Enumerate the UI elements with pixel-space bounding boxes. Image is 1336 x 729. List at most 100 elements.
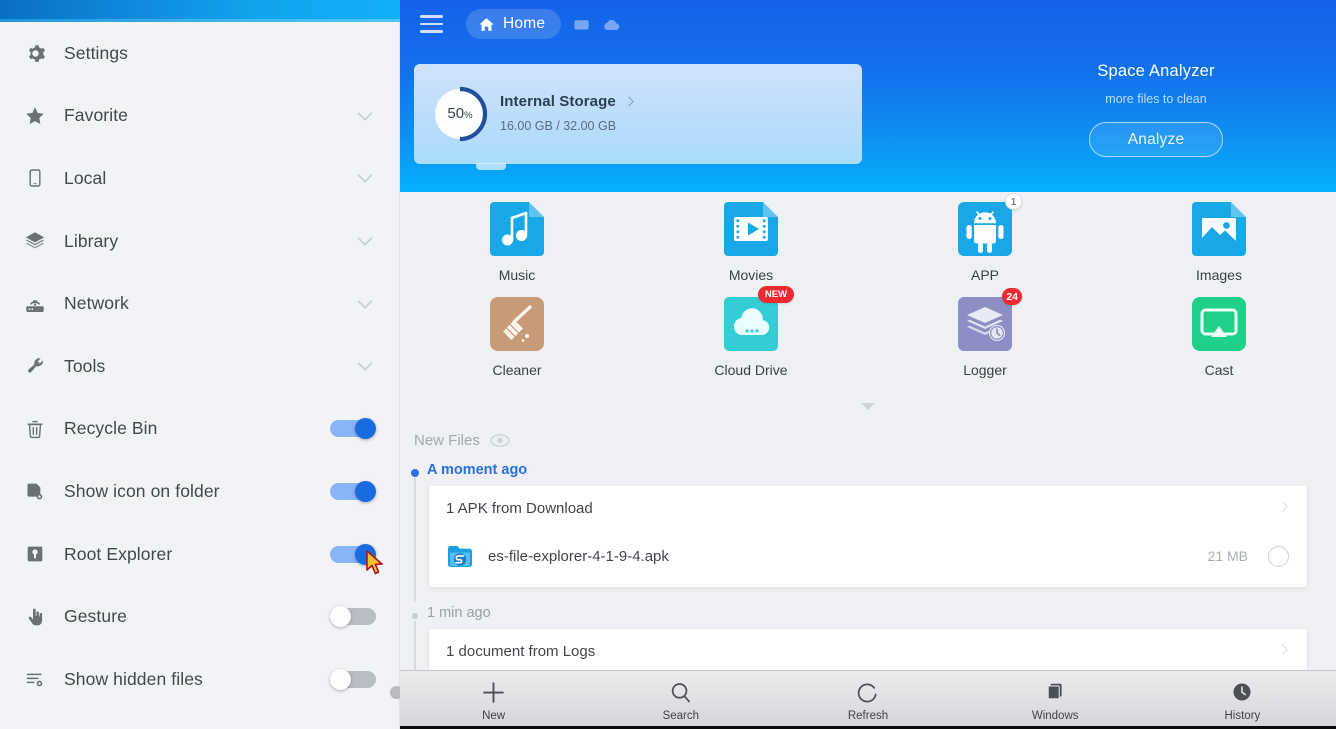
timeline-time-label: 1 min ago xyxy=(427,605,491,621)
plus-icon xyxy=(483,681,504,703)
cloud-drive-icon xyxy=(724,297,778,351)
eye-icon[interactable] xyxy=(490,434,510,447)
windows-stack-icon xyxy=(1044,679,1066,705)
layers-icon xyxy=(25,232,45,249)
sidebar-item-label: Library xyxy=(64,230,119,251)
toggle-root-explorer[interactable] xyxy=(330,543,376,565)
sidebar-item-tools[interactable]: Tools xyxy=(0,335,400,398)
timeline-card: 1 APK from Download es-file-explorer-4-1-… xyxy=(429,486,1307,587)
gear-icon xyxy=(28,44,45,62)
card-title: 1 APK from Download xyxy=(446,500,593,517)
star-icon xyxy=(18,101,52,131)
bottom-button-history[interactable]: History xyxy=(1149,671,1336,729)
analyze-button[interactable]: Analyze xyxy=(1089,122,1223,157)
app-tile-label: Movies xyxy=(728,267,774,283)
movie-file-icon xyxy=(724,202,778,256)
file-row[interactable]: es-file-explorer-4-1-9-4.apk 21 MB xyxy=(429,531,1307,581)
hamburger-icon[interactable] xyxy=(414,7,448,41)
bottom-button-new[interactable]: New xyxy=(400,671,587,729)
cloud-tab-icon[interactable] xyxy=(602,15,621,34)
bottom-button-label: Search xyxy=(662,710,699,722)
sidebar-item-show-icon-on-folder[interactable]: Show icon on folder xyxy=(0,460,400,523)
sidebar-item-label: Gesture xyxy=(64,606,127,627)
toggle-show-hidden-files[interactable] xyxy=(330,668,376,690)
file-select-checkbox[interactable] xyxy=(1268,545,1289,567)
app-tile-cloud-drive[interactable]: NEW Cloud Drive xyxy=(634,286,868,390)
bottom-button-search[interactable]: Search xyxy=(587,671,774,729)
chevron-down-icon xyxy=(357,362,373,371)
refresh-icon xyxy=(856,679,879,705)
toggle-knob xyxy=(355,543,376,565)
toggle-recycle-bin[interactable] xyxy=(330,418,376,440)
sidebar-item-label: Network xyxy=(64,293,129,314)
app-tile-cleaner[interactable]: Cleaner xyxy=(400,295,634,390)
sidebar-item-network[interactable]: Network xyxy=(0,272,400,335)
bottom-button-windows[interactable]: Windows xyxy=(962,671,1149,729)
plus-icon xyxy=(481,679,506,705)
gesture-hand-icon xyxy=(28,608,43,625)
sidebar-item-favorite[interactable]: Favorite xyxy=(0,85,400,148)
cast-icon xyxy=(1192,297,1246,351)
sidebar-item-gesture[interactable]: Gesture xyxy=(0,585,400,648)
chevron-down-icon xyxy=(357,174,373,184)
layers-icon xyxy=(18,226,52,256)
internal-storage-card[interactable]: 50% Internal Storage 16.00 GB / 32.00 GB xyxy=(414,64,862,170)
main-content: Home 50% Internal Storage 16.00 GB / 32.… xyxy=(400,0,1336,729)
tile-icon-wrap: NEW xyxy=(722,286,794,353)
toggle-knob xyxy=(355,418,376,440)
storage-percent: 50% xyxy=(432,86,488,142)
tab-home-label: Home xyxy=(503,15,546,32)
tile-icon-wrap: 24 xyxy=(956,288,1022,353)
toggle-gesture[interactable] xyxy=(330,606,376,628)
history-clock-icon xyxy=(1233,683,1251,701)
sidebar-item-root-explorer[interactable]: Root Explorer xyxy=(0,523,400,586)
timeline-card: 1 document from Logs xyxy=(429,629,1307,674)
tab-home[interactable]: Home xyxy=(466,9,562,39)
sidebar-item-label: Favorite xyxy=(64,105,129,126)
space-analyzer-title: Space Analyzer xyxy=(1097,62,1215,80)
card-header[interactable]: 1 APK from Download xyxy=(429,486,1307,531)
sidebar-item-recycle-bin[interactable]: Recycle Bin xyxy=(0,398,400,461)
toggle-knob xyxy=(330,668,351,690)
phone-icon xyxy=(29,169,41,188)
app-tile-music[interactable]: Music xyxy=(400,200,634,295)
app-tile-images[interactable]: Images xyxy=(1102,200,1336,295)
sidebar-item-settings[interactable]: Settings xyxy=(0,22,400,85)
gear-icon xyxy=(18,38,52,68)
sidebar-item-library[interactable]: Library xyxy=(0,210,400,273)
sidebar-item-show-hidden-files[interactable]: Show hidden files xyxy=(0,648,400,711)
app-tile-label: APP xyxy=(970,267,999,283)
tile-icon-wrap xyxy=(488,295,546,353)
app-tile-movies[interactable]: Movies xyxy=(634,200,868,295)
grid-expand-button[interactable] xyxy=(400,396,1336,418)
wrench-icon xyxy=(27,357,43,373)
app-tile-logger[interactable]: 24 Logger xyxy=(868,288,1102,390)
chevron-right-icon xyxy=(1282,644,1288,655)
storage-percent-value: 50 xyxy=(447,105,465,122)
broom-icon xyxy=(490,297,544,351)
gesture-hand-icon xyxy=(18,602,52,632)
sidebar-item-label: Show icon on folder xyxy=(64,480,220,501)
image-file-icon xyxy=(1192,202,1246,256)
window-tab-icon[interactable] xyxy=(573,16,590,33)
hidden-files-icon xyxy=(26,673,43,687)
sidebar-item-label: Tools xyxy=(64,355,106,376)
sidebar-item-local[interactable]: Local xyxy=(0,147,400,210)
windows-stack-icon xyxy=(1047,683,1062,700)
home-icon xyxy=(479,17,494,31)
bottom-button-refresh[interactable]: Refresh xyxy=(774,671,961,729)
app-tile-app[interactable]: 1 APP xyxy=(868,193,1102,295)
tile-icon-wrap xyxy=(1190,200,1248,258)
hero-header: Home 50% Internal Storage 16.00 GB / 32.… xyxy=(400,0,1336,192)
app-tile-cast[interactable]: Cast xyxy=(1102,295,1336,390)
toggle-show-icon-on-folder[interactable] xyxy=(330,480,376,502)
chevron-down-icon xyxy=(357,112,373,121)
chevron-right-icon xyxy=(628,96,634,107)
card-header[interactable]: 1 document from Logs xyxy=(429,629,1307,674)
timeline-dot xyxy=(411,469,419,477)
bottom-button-label: History xyxy=(1224,710,1261,722)
app-tile-label: Cleaner xyxy=(492,362,542,378)
app-tile-grid: Music Movies 1 APP Images Cleaner NEW Cloud Dri… xyxy=(400,192,1336,400)
router-icon xyxy=(26,299,44,312)
bottom-toolbar: New Search Refresh Windows History xyxy=(400,670,1336,729)
